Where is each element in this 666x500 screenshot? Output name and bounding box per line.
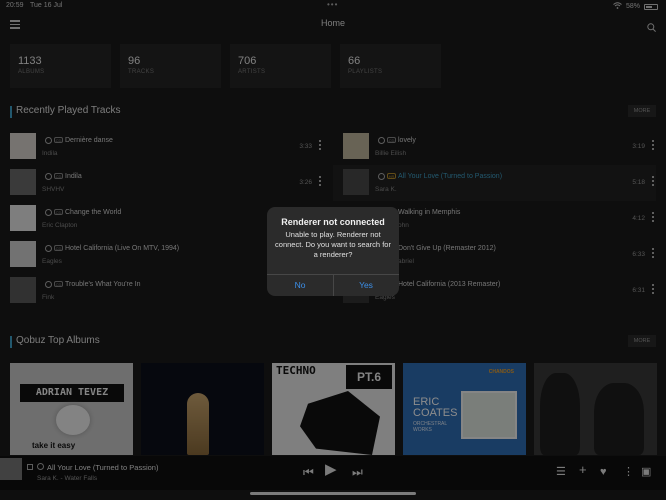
renderer-alert-dialog: Renderer not connected Unable to play. R…	[267, 207, 399, 296]
yes-button[interactable]: Yes	[333, 275, 399, 296]
dialog-title: Renderer not connected	[281, 217, 385, 227]
dialog-message: Unable to play. Renderer not connect. Do…	[275, 230, 391, 259]
no-button[interactable]: No	[267, 275, 333, 296]
